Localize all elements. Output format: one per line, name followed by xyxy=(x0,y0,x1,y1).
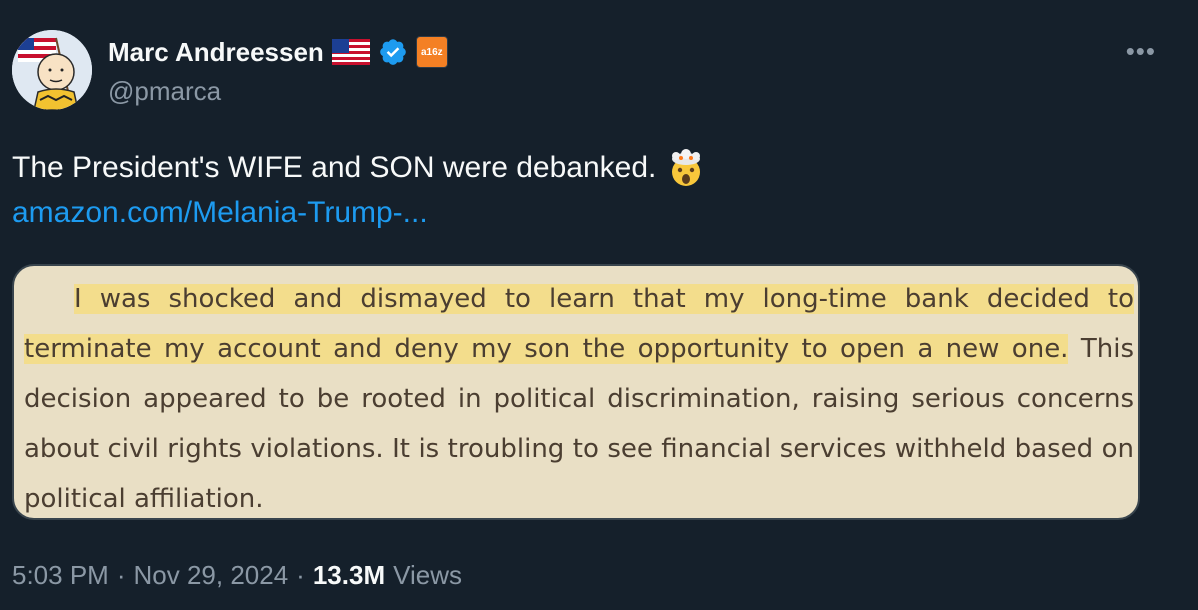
more-options-icon[interactable]: ••• xyxy=(1126,36,1156,67)
post-date[interactable]: Nov 29, 2024 xyxy=(134,560,289,591)
views-count: 13.3M xyxy=(312,560,386,590)
tweet-meta: 5:03 PM · Nov 29, 2024 · 13.3M Views xyxy=(12,560,462,591)
a16z-badge-icon[interactable]: a16z xyxy=(415,36,448,68)
author-name[interactable]: Marc Andreessen xyxy=(108,37,324,68)
charlie-brown-avatar-icon xyxy=(12,30,92,110)
exploding-head-emoji-icon xyxy=(672,149,701,186)
a16z-badge-text: a16z xyxy=(420,46,443,58)
post-time[interactable]: 5:03 PM xyxy=(12,560,109,591)
tweet-header: Marc Andreessen a16z @pmarca ••• xyxy=(12,30,1186,114)
avatar[interactable] xyxy=(12,30,92,110)
external-link[interactable]: amazon.com/Melania-Trump-... xyxy=(12,196,428,230)
image-card[interactable]: I was shocked and dismayed to learn that… xyxy=(12,264,1140,520)
tweet-text-content: The President's WIFE and SON were debank… xyxy=(12,151,657,184)
separator-dot: · xyxy=(296,560,305,590)
highlighted-passage: I was shocked and dismayed to learn that… xyxy=(24,284,1134,364)
separator-dot: · xyxy=(116,560,126,590)
verified-check-icon[interactable] xyxy=(378,37,408,67)
author-handle[interactable]: @pmarca xyxy=(108,76,221,107)
views-label: Views xyxy=(393,560,462,590)
us-flag-icon xyxy=(331,39,370,65)
book-excerpt: I was shocked and dismayed to learn that… xyxy=(24,274,1134,518)
author-row: Marc Andreessen a16z xyxy=(108,36,448,68)
tweet-text: The President's WIFE and SON were debank… xyxy=(12,148,706,188)
